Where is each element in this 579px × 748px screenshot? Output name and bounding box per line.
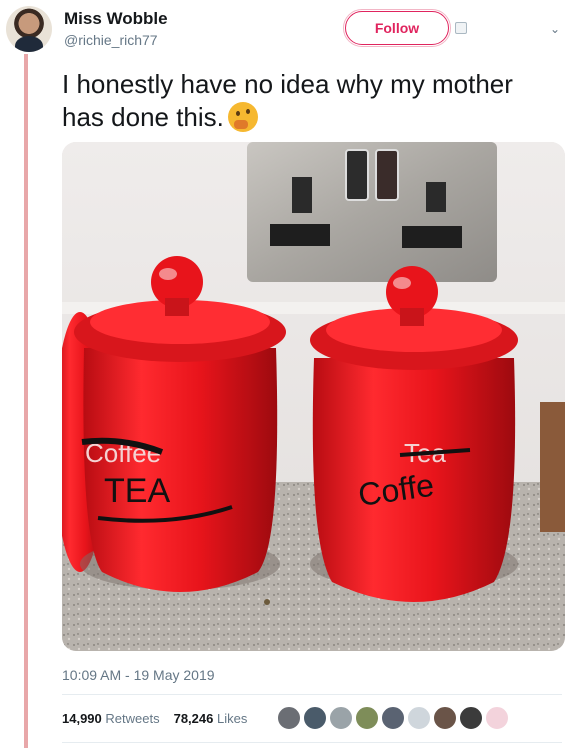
- avatar[interactable]: [6, 6, 52, 52]
- divider: [62, 694, 562, 695]
- likes-label: Likes: [216, 711, 248, 726]
- liker-avatar[interactable]: [433, 706, 457, 730]
- likes-stat[interactable]: 78,246 Likes: [174, 711, 248, 726]
- retweets-label: Retweets: [105, 711, 160, 726]
- liker-avatar[interactable]: [459, 706, 483, 730]
- tweet-photo[interactable]: Coffee TEA Tea Coffe: [62, 142, 565, 651]
- liker-avatar[interactable]: [303, 706, 327, 730]
- author-handle[interactable]: @richie_rich77: [64, 32, 158, 48]
- author-name[interactable]: Miss Wobble: [64, 9, 168, 29]
- liker-avatar[interactable]: [407, 706, 431, 730]
- thread-line: [24, 54, 28, 748]
- liker-avatar[interactable]: [485, 706, 509, 730]
- retweets-stat[interactable]: 14,990 Retweets: [62, 711, 160, 726]
- tweet-stats: 14,990 Retweets 78,246 Likes: [62, 711, 247, 726]
- tweet-text: I honestly have no idea why my mother ha…: [62, 68, 562, 134]
- retweets-count: 14,990: [62, 711, 102, 726]
- liker-avatar[interactable]: [277, 706, 301, 730]
- follow-button[interactable]: Follow: [343, 9, 451, 47]
- thinking-face-icon: [227, 102, 258, 132]
- photo-illustration: Coffee TEA Tea Coffe: [62, 142, 565, 651]
- left-jar-text: TEA: [104, 472, 170, 510]
- tweet-body: I honestly have no idea why my mother ha…: [62, 69, 513, 132]
- likes-count: 78,246: [173, 711, 214, 726]
- chevron-down-icon[interactable]: ⌄: [548, 22, 562, 36]
- tweet-timestamp[interactable]: 10:09 AM - 19 May 2019: [62, 667, 215, 683]
- liker-avatar[interactable]: [355, 706, 379, 730]
- block-icon[interactable]: [455, 22, 467, 34]
- likers-avatars: [277, 706, 509, 730]
- socket-plate: [247, 142, 497, 282]
- liker-avatar[interactable]: [381, 706, 405, 730]
- liker-avatar[interactable]: [329, 706, 353, 730]
- divider: [62, 742, 562, 743]
